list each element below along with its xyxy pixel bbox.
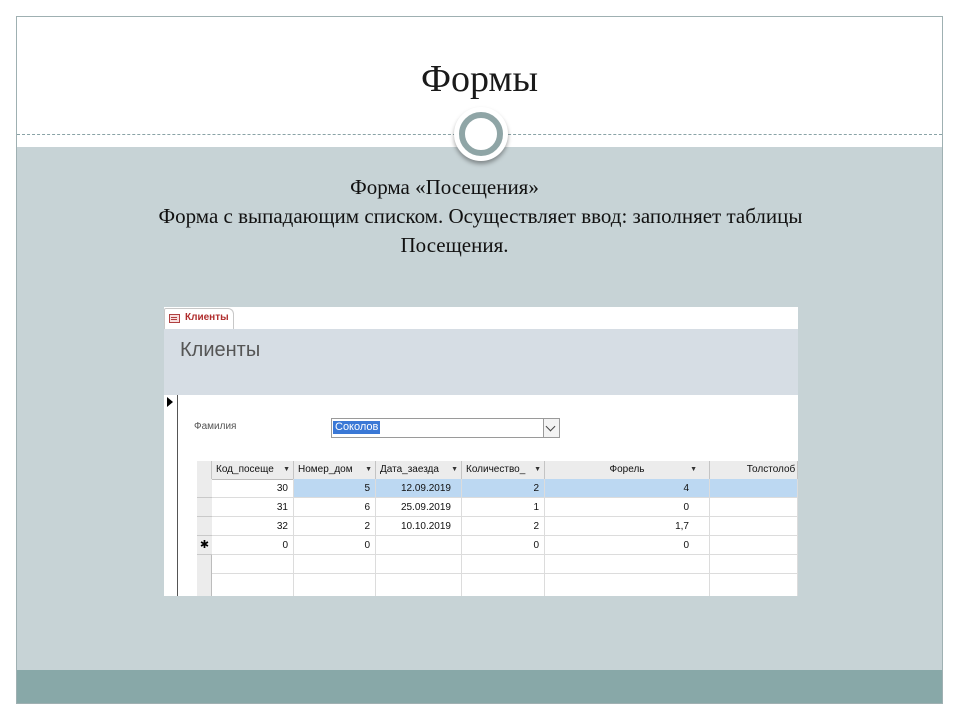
surname-combo[interactable]: Соколов	[331, 418, 560, 438]
sort-icon: ▼	[451, 466, 458, 473]
empty-cell	[294, 555, 376, 574]
table-cell[interactable]: 30	[212, 479, 294, 498]
form-title: Клиенты	[180, 339, 261, 361]
table-cell[interactable]: 0	[545, 536, 710, 555]
table-cell[interactable]: 1,7	[545, 517, 710, 536]
form-tab-icon	[169, 314, 180, 323]
row-selector[interactable]	[197, 517, 212, 536]
slide-title: Формы	[420, 58, 539, 100]
empty-cell	[710, 574, 798, 596]
empty-cell	[212, 574, 294, 596]
table-cell[interactable]: 6	[294, 498, 376, 517]
row-selector[interactable]	[197, 498, 212, 517]
table-cell[interactable]: 1	[462, 498, 545, 517]
tab-clients[interactable]: Клиенты	[164, 308, 234, 329]
empty-cell	[545, 574, 710, 596]
table-cell[interactable]: 0	[294, 536, 376, 555]
table-cell[interactable]	[710, 517, 798, 536]
empty-cell	[545, 555, 710, 574]
subtitle: Форма «Посещения»	[350, 175, 539, 199]
table-cell[interactable]	[710, 479, 798, 498]
circle-ornament-icon	[454, 107, 508, 161]
slide-frame: Формы Форма «Посещения» Форма с выпадающ…	[16, 16, 943, 704]
table-cell[interactable]: 25.09.2019	[376, 498, 462, 517]
access-form-screenshot: Клиенты Клиенты Фамилия Соколов Код_посе…	[164, 307, 798, 596]
table-cell[interactable]: 2	[462, 517, 545, 536]
table-cell[interactable]: 0	[212, 536, 294, 555]
table-cell[interactable]: 0	[462, 536, 545, 555]
column-header[interactable]: Количество_ ▼	[462, 461, 545, 479]
description-line-2: Посещения.	[400, 233, 509, 257]
document-tab-strip: Клиенты	[164, 307, 798, 330]
table-cell[interactable]	[376, 536, 462, 555]
empty-cell	[376, 574, 462, 596]
footer-bar	[17, 670, 942, 703]
column-header[interactable]: Толстолоб	[710, 461, 798, 479]
table-cell[interactable]: 2	[462, 479, 545, 498]
sort-icon: ▼	[283, 466, 290, 473]
description-line-1: Форма с выпадающим списком. Осуществляет…	[158, 204, 803, 228]
sort-icon: ▼	[534, 466, 541, 473]
new-record-icon[interactable]: ✱	[197, 536, 212, 555]
column-header[interactable]: Код_посеще ▼	[212, 461, 294, 479]
form-header: Клиенты	[164, 329, 798, 395]
table-cell[interactable]: 12.09.2019	[376, 479, 462, 498]
table-cell[interactable]: 32	[212, 517, 294, 536]
row-selector[interactable]	[197, 479, 212, 498]
empty-cell	[462, 555, 545, 574]
surname-label: Фамилия	[194, 421, 237, 432]
sort-icon: ▼	[690, 466, 697, 473]
column-header[interactable]: Форель ▼	[545, 461, 710, 479]
column-header[interactable]: Номер_дом ▼	[294, 461, 376, 479]
empty-cell	[462, 574, 545, 596]
tab-label: Клиенты	[185, 312, 229, 323]
table-cell[interactable]	[710, 498, 798, 517]
table-cell[interactable]: 2	[294, 517, 376, 536]
column-header[interactable]: Дата_заезда ▼	[376, 461, 462, 479]
header-corner[interactable]	[197, 461, 212, 479]
empty-cell	[376, 555, 462, 574]
table-cell[interactable]: 10.10.2019	[376, 517, 462, 536]
record-selector[interactable]	[164, 395, 178, 596]
grid-header: Код_посеще ▼ Номер_дом ▼ Дата_заезда ▼ Коли…	[197, 461, 798, 480]
empty-cell	[710, 555, 798, 574]
sort-icon: ▼	[365, 466, 372, 473]
table-cell[interactable]: 0	[545, 498, 710, 517]
table-cell[interactable]	[710, 536, 798, 555]
record-selector-arrow-icon	[167, 397, 173, 407]
table-cell[interactable]: 4	[545, 479, 710, 498]
empty-cell	[212, 555, 294, 574]
combo-value: Соколов	[333, 421, 381, 434]
table-cell[interactable]: 31	[212, 498, 294, 517]
table-cell[interactable]: 5	[294, 479, 376, 498]
dropdown-chevron-icon[interactable]	[543, 419, 559, 437]
visits-subform-grid: Код_посеще ▼ Номер_дом ▼ Дата_заезда ▼ Коли…	[197, 461, 798, 596]
empty-cell	[294, 574, 376, 596]
